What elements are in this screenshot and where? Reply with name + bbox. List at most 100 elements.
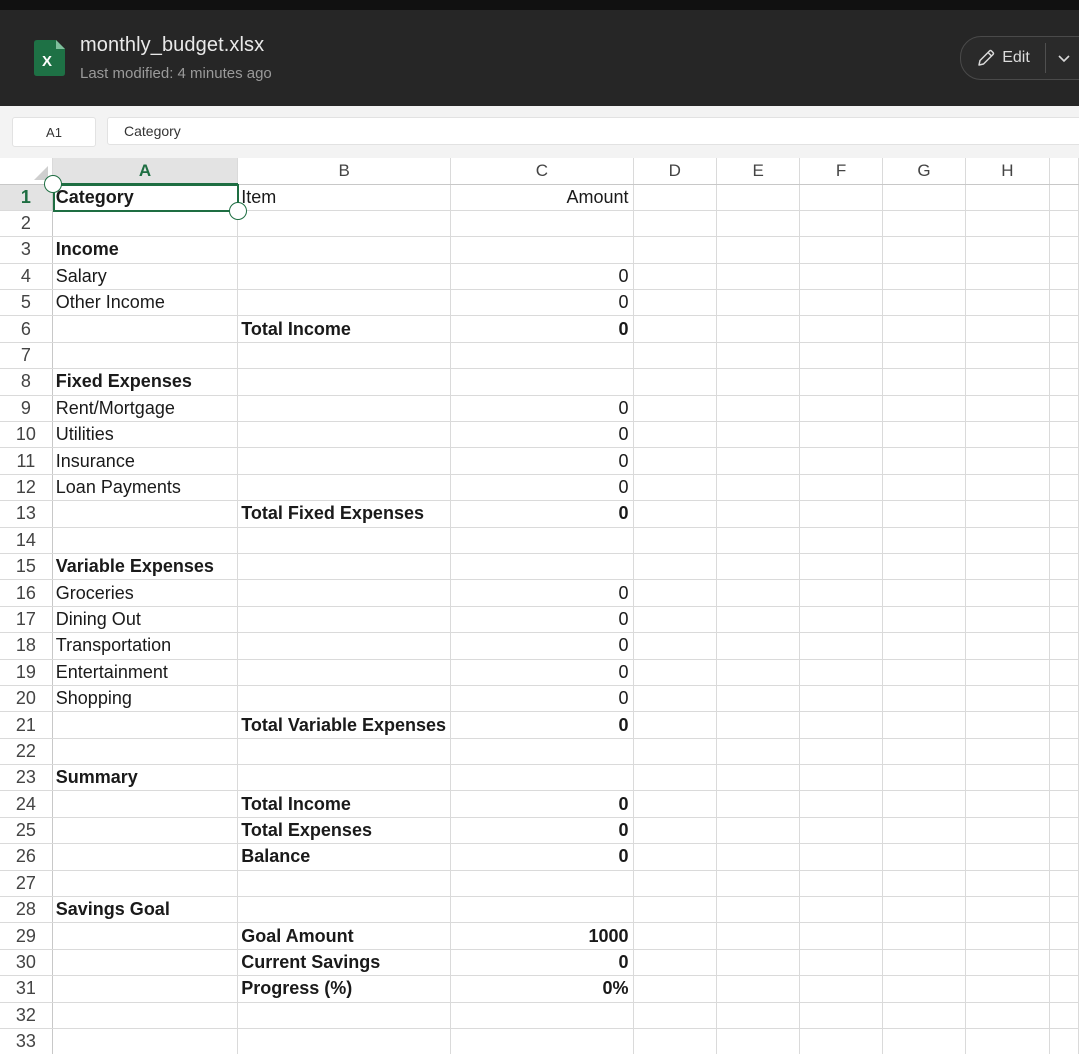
empty-cell[interactable] (633, 949, 717, 977)
row-header[interactable]: 12 (0, 474, 53, 502)
empty-cell[interactable] (799, 579, 883, 607)
empty-cell[interactable] (633, 711, 717, 739)
empty-cell[interactable] (716, 421, 801, 449)
empty-cell[interactable] (882, 527, 967, 554)
empty-cell[interactable] (799, 870, 883, 898)
empty-cell[interactable] (1049, 342, 1079, 370)
formula-input[interactable]: Category (107, 117, 1079, 145)
empty-cell[interactable] (882, 447, 967, 475)
cell-a[interactable]: Other Income (52, 289, 239, 317)
column-header-f[interactable]: F (799, 158, 883, 185)
empty-cell[interactable] (633, 210, 717, 238)
empty-cell[interactable] (965, 896, 1050, 924)
cell-b[interactable]: Balance (237, 843, 452, 871)
cell-b[interactable]: Total Fixed Expenses (237, 500, 452, 528)
cell-b[interactable] (237, 342, 452, 370)
cell-b[interactable]: Total Variable Expenses (237, 711, 452, 739)
empty-cell[interactable] (799, 527, 883, 554)
empty-cell[interactable] (882, 659, 967, 686)
empty-cell[interactable] (965, 289, 1050, 317)
cell-c[interactable]: 0 (450, 949, 634, 977)
empty-cell[interactable] (965, 632, 1050, 660)
empty-cell[interactable] (965, 606, 1050, 634)
row-header[interactable]: 32 (0, 1002, 53, 1030)
cell-b[interactable] (237, 1028, 452, 1054)
row-header[interactable]: 20 (0, 685, 53, 713)
cell-b[interactable] (237, 738, 452, 766)
empty-cell[interactable] (882, 790, 967, 818)
empty-cell[interactable] (799, 395, 883, 423)
row-header[interactable]: 6 (0, 315, 53, 343)
empty-cell[interactable] (716, 395, 801, 423)
row-header[interactable]: 25 (0, 817, 53, 845)
empty-cell[interactable] (1049, 606, 1079, 634)
cell-c[interactable]: Amount (450, 184, 634, 211)
cell-a[interactable] (52, 975, 239, 1003)
empty-cell[interactable] (633, 342, 717, 370)
empty-cell[interactable] (882, 949, 967, 977)
empty-cell[interactable] (965, 659, 1050, 686)
cell-a[interactable]: Insurance (52, 447, 239, 475)
empty-cell[interactable] (633, 975, 717, 1003)
cell-b[interactable] (237, 474, 452, 502)
empty-cell[interactable] (1049, 474, 1079, 502)
empty-cell[interactable] (716, 606, 801, 634)
empty-cell[interactable] (882, 764, 967, 792)
empty-cell[interactable] (633, 764, 717, 792)
cell-c[interactable]: 0 (450, 289, 634, 317)
empty-cell[interactable] (965, 949, 1050, 977)
column-header-a[interactable]: A (52, 158, 239, 185)
empty-cell[interactable] (633, 659, 717, 686)
row-header[interactable]: 31 (0, 975, 53, 1003)
column-header-e[interactable]: E (716, 158, 801, 185)
empty-cell[interactable] (799, 817, 883, 845)
cell-b[interactable] (237, 632, 452, 660)
empty-cell[interactable] (965, 1028, 1050, 1054)
row-header[interactable]: 8 (0, 368, 53, 396)
cell-b[interactable] (237, 368, 452, 396)
empty-cell[interactable] (882, 632, 967, 660)
column-header-h[interactable]: H (965, 158, 1050, 185)
empty-cell[interactable] (633, 474, 717, 502)
empty-cell[interactable] (1049, 1002, 1079, 1030)
column-header-d[interactable]: D (633, 158, 717, 185)
empty-cell[interactable] (799, 764, 883, 792)
empty-cell[interactable] (799, 790, 883, 818)
empty-cell[interactable] (633, 922, 717, 950)
empty-cell[interactable] (965, 738, 1050, 766)
empty-cell[interactable] (716, 975, 801, 1003)
cell-c[interactable] (450, 553, 634, 581)
empty-cell[interactable] (799, 289, 883, 317)
empty-cell[interactable] (1049, 896, 1079, 924)
cell-a[interactable] (52, 790, 239, 818)
empty-cell[interactable] (1049, 315, 1079, 343)
cell-b[interactable] (237, 210, 452, 238)
row-header[interactable]: 24 (0, 790, 53, 818)
empty-cell[interactable] (799, 210, 883, 238)
empty-cell[interactable] (1049, 210, 1079, 238)
empty-cell[interactable] (633, 289, 717, 317)
empty-cell[interactable] (799, 342, 883, 370)
cell-a[interactable]: Utilities (52, 421, 239, 449)
cell-c[interactable]: 0 (450, 817, 634, 845)
empty-cell[interactable] (716, 896, 801, 924)
empty-cell[interactable] (965, 210, 1050, 238)
row-header[interactable]: 11 (0, 447, 53, 475)
empty-cell[interactable] (799, 659, 883, 686)
cell-c[interactable]: 0 (450, 659, 634, 686)
cell-a[interactable]: Category (52, 184, 239, 211)
cell-a[interactable] (52, 922, 239, 950)
empty-cell[interactable] (1049, 790, 1079, 818)
cell-b[interactable]: Item (237, 184, 452, 211)
row-header[interactable]: 30 (0, 949, 53, 977)
empty-cell[interactable] (1049, 395, 1079, 423)
empty-cell[interactable] (882, 870, 967, 898)
empty-cell[interactable] (716, 659, 801, 686)
empty-cell[interactable] (633, 395, 717, 423)
cell-b[interactable]: Total Expenses (237, 817, 452, 845)
cell-b[interactable] (237, 764, 452, 792)
row-header[interactable]: 13 (0, 500, 53, 528)
cell-a[interactable] (52, 711, 239, 739)
row-header[interactable]: 10 (0, 421, 53, 449)
empty-cell[interactable] (716, 236, 801, 264)
